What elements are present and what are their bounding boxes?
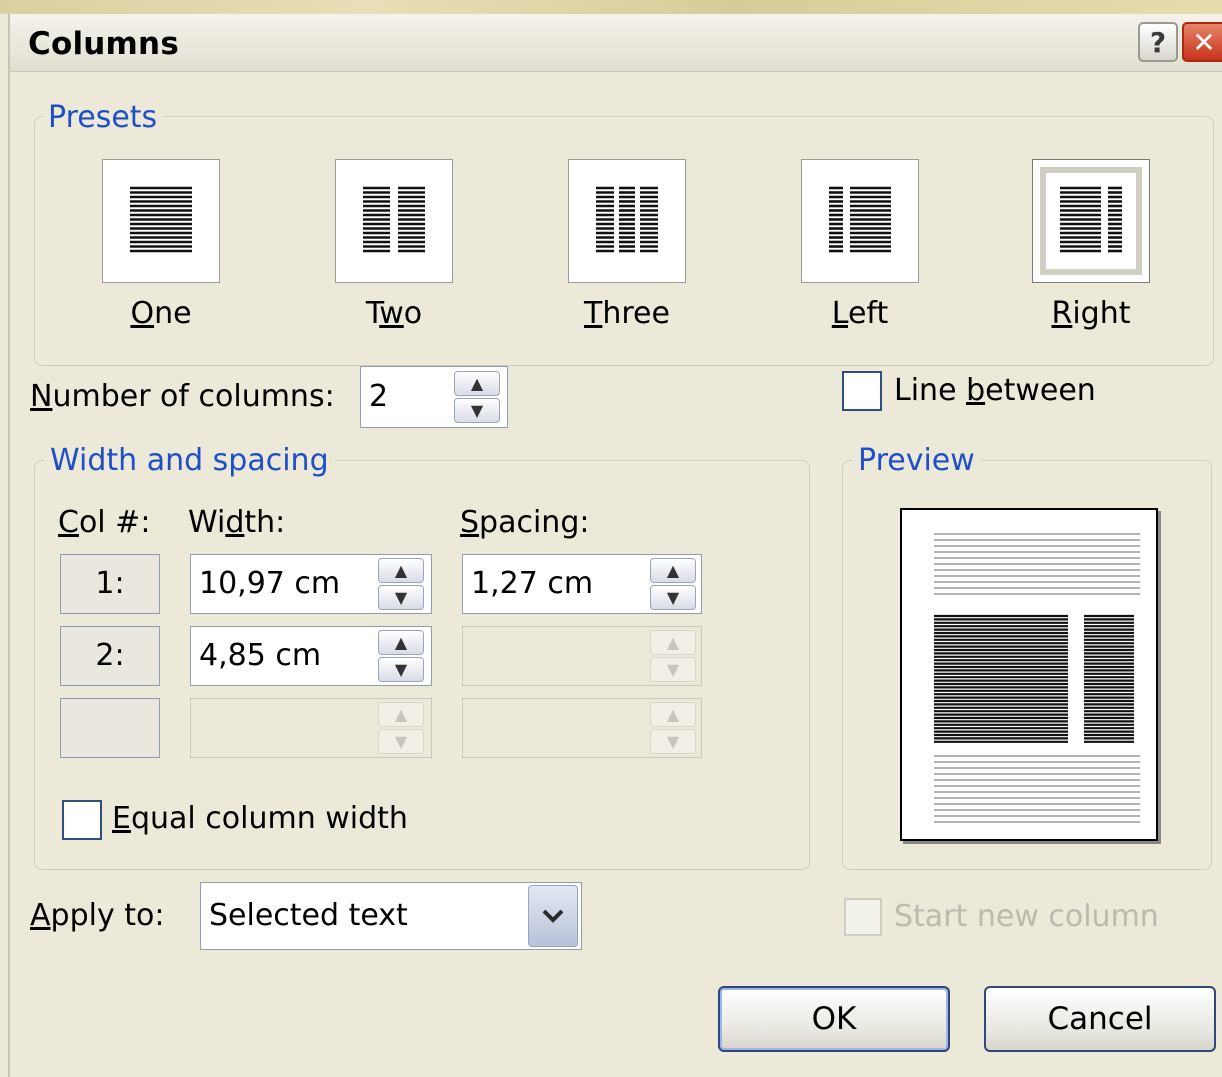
preset-three-button[interactable] [568, 159, 686, 283]
spin-down-icon[interactable]: ▼ [650, 585, 696, 610]
apply-to-label: Apply to: [30, 898, 165, 933]
dialog-title: Columns [28, 26, 179, 62]
col-2-spacing-spinner: ▲ ▼ [650, 630, 696, 682]
three-columns-icon [596, 186, 658, 253]
preview-page [900, 508, 1158, 841]
spacing-header: Spacing: [460, 505, 590, 540]
spin-up-icon[interactable]: ▲ [378, 630, 424, 655]
spin-up-icon[interactable]: ▲ [650, 558, 696, 583]
right-columns-icon [1060, 186, 1122, 253]
cancel-button[interactable]: Cancel [984, 986, 1216, 1052]
col-number-header: Col #: [58, 505, 151, 540]
preset-one-label: One [130, 296, 192, 331]
col-1-button[interactable]: 1: [60, 554, 160, 614]
spin-down-icon[interactable]: ▼ [378, 585, 424, 610]
col-3-width-spinner: ▲ ▼ [378, 702, 424, 754]
title-bar: Columns ? ✕ [10, 14, 1222, 72]
equal-column-width-label: Equal column width [112, 801, 408, 836]
col-3-button [60, 698, 160, 758]
presets-legend: Presets [42, 100, 164, 136]
chevron-down-icon [542, 909, 564, 923]
number-of-columns-spinner[interactable]: ▲ ▼ [454, 371, 500, 423]
spin-up-icon[interactable]: ▲ [454, 371, 500, 396]
preset-three-label: Three [584, 296, 670, 331]
spin-down-icon: ▼ [650, 657, 696, 682]
col-3-spacing-spinner: ▲ ▼ [650, 702, 696, 754]
question-mark-icon: ? [1149, 25, 1167, 59]
close-x-icon: ✕ [1192, 25, 1216, 59]
help-button[interactable]: ? [1138, 22, 1178, 62]
ok-button[interactable]: OK [718, 986, 950, 1052]
preset-right-button[interactable] [1032, 159, 1150, 283]
preset-two-label: Two [365, 296, 423, 331]
spin-down-icon[interactable]: ▼ [378, 657, 424, 682]
preset-left-label: Left [831, 296, 889, 331]
preview-illustration [934, 533, 1140, 823]
spin-down-icon: ▼ [650, 729, 696, 754]
spin-down-icon: ▼ [378, 729, 424, 754]
spin-up-icon: ▲ [650, 630, 696, 655]
spin-up-icon: ▲ [650, 702, 696, 727]
left-columns-icon [829, 186, 891, 253]
two-columns-icon [363, 186, 425, 253]
col-2-button[interactable]: 2: [60, 626, 160, 686]
col-1-spacing-spinner[interactable]: ▲ ▼ [650, 558, 696, 610]
number-of-columns-label: Number of columns: [30, 379, 335, 414]
col-2-width-spinner[interactable]: ▲ ▼ [378, 630, 424, 682]
line-between-checkbox[interactable] [842, 371, 882, 411]
start-new-column-label: Start new column [894, 899, 1159, 934]
spin-up-icon[interactable]: ▲ [378, 558, 424, 583]
spin-up-icon: ▲ [378, 702, 424, 727]
background-strip [0, 0, 1222, 14]
preset-two-button[interactable] [335, 159, 453, 283]
one-column-icon [130, 186, 192, 253]
width-spacing-legend: Width and spacing [44, 443, 335, 479]
start-new-column-checkbox [844, 898, 882, 936]
line-between-label: Line between [894, 373, 1096, 408]
apply-to-dropdown-button[interactable] [528, 885, 578, 947]
spin-down-icon[interactable]: ▼ [454, 398, 500, 423]
preview-legend: Preview [852, 443, 981, 479]
preset-right-label: Right [1051, 296, 1131, 331]
apply-to-select[interactable]: Selected text [200, 882, 582, 950]
equal-column-width-checkbox[interactable] [62, 800, 102, 840]
col-1-width-spinner[interactable]: ▲ ▼ [378, 558, 424, 610]
close-button[interactable]: ✕ [1182, 22, 1222, 62]
width-header: Width: [188, 505, 286, 540]
preset-left-button[interactable] [801, 159, 919, 283]
preset-one-button[interactable] [102, 159, 220, 283]
